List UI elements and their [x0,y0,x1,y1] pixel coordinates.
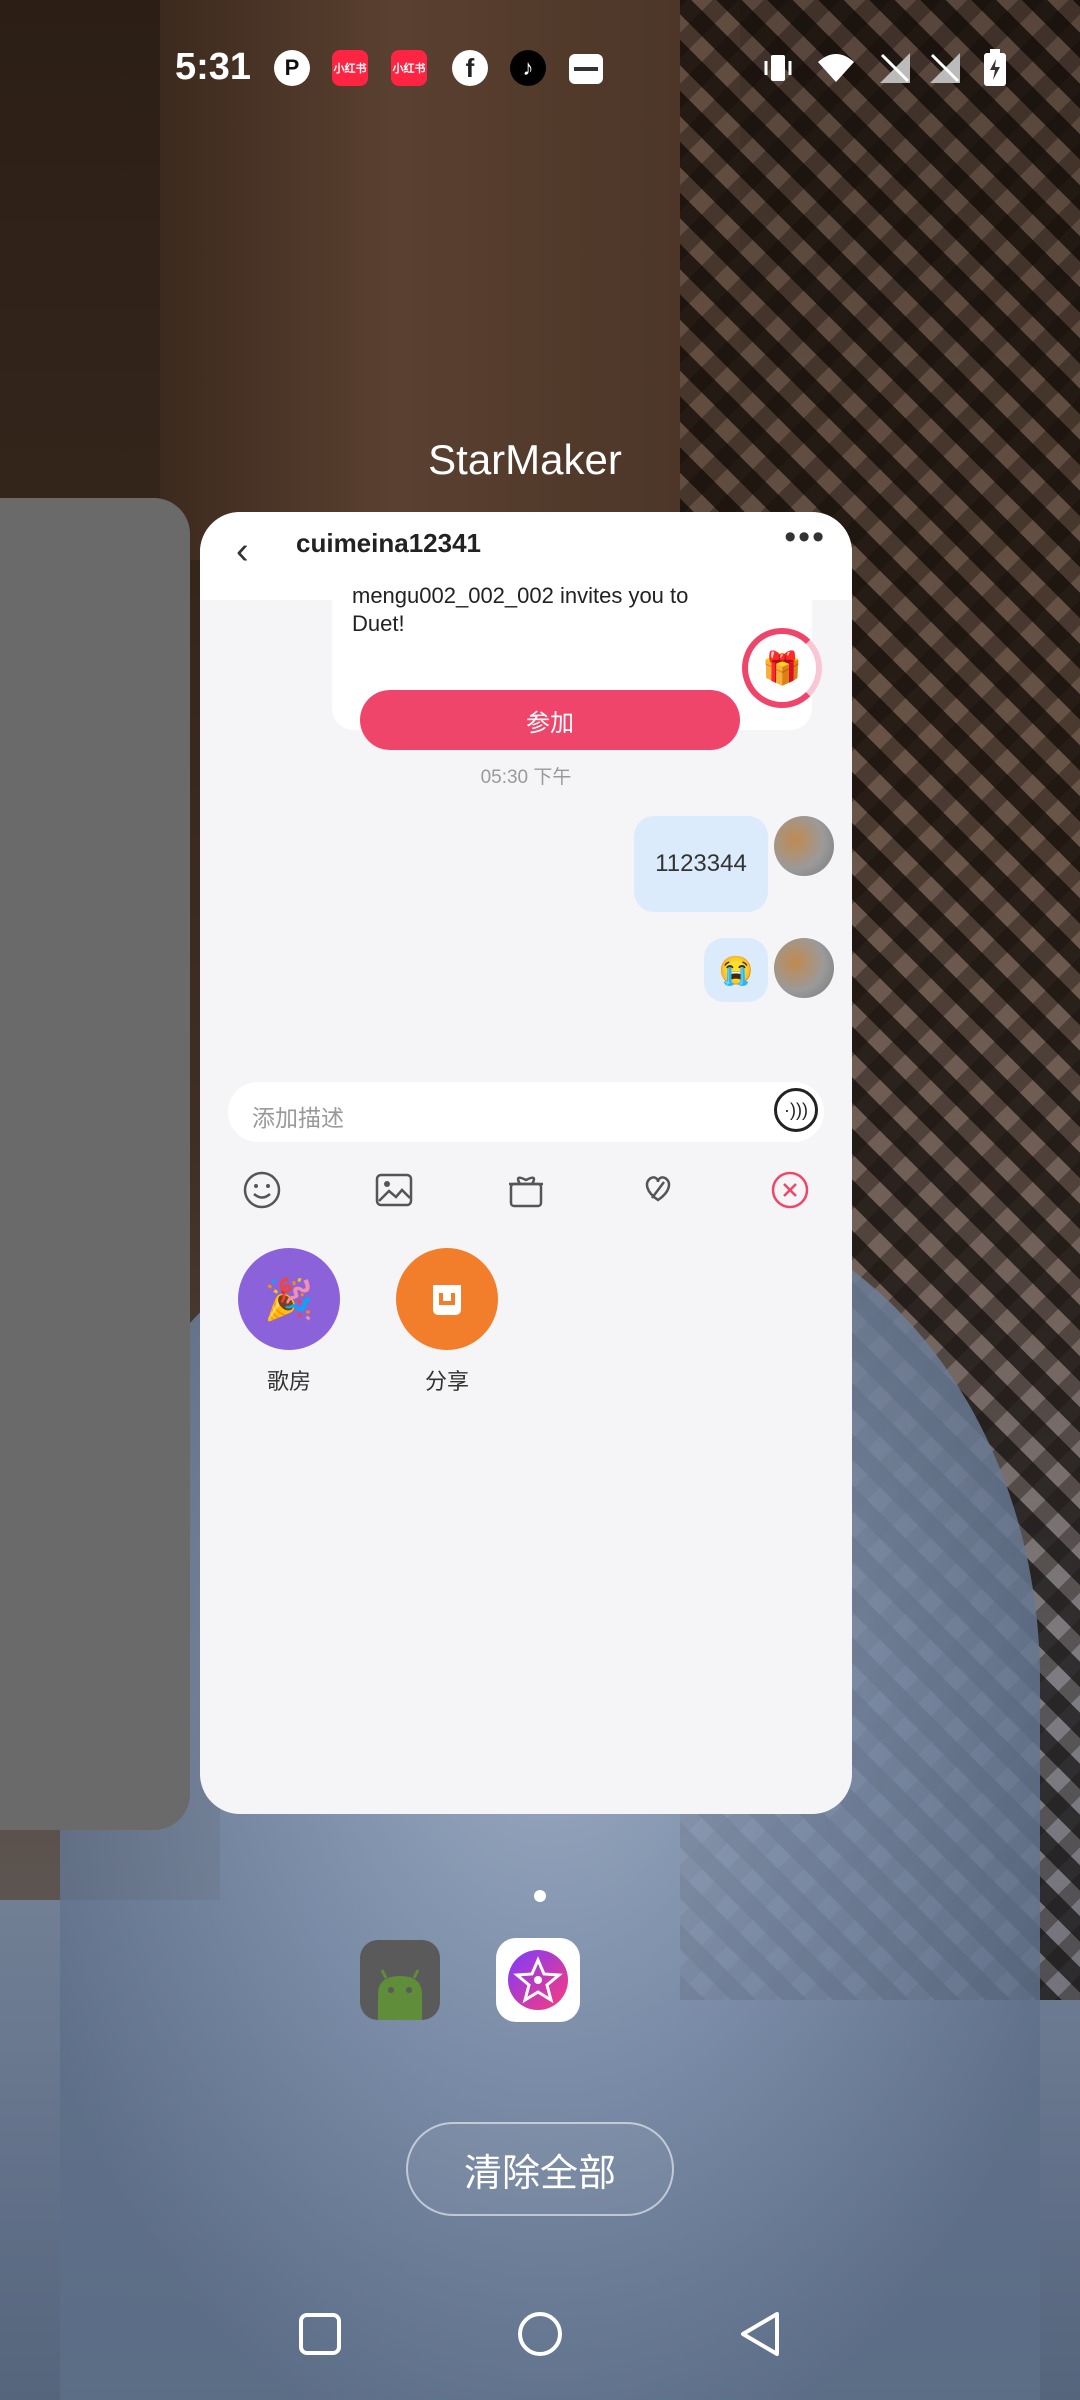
gift-icon[interactable]: 🎁 [742,628,822,708]
emoji-icon[interactable] [240,1168,284,1212]
invite-text: mengu002_002_002 invites you to Duet! [352,583,688,638]
chat-peer-name: cuimeina12341 [296,528,482,558]
status-bar: 5:31 P 小红书 小红书 f ♪ [0,0,1080,140]
join-button[interactable]: 参加 [360,690,740,750]
quick-action-share[interactable]: 分享 [382,1248,512,1396]
wallet-icon [569,54,603,84]
back-triangle-icon[interactable] [730,2304,790,2364]
more-options-icon[interactable]: ••• [784,518,826,557]
back-arrow-icon[interactable]: ‹ [236,530,249,573]
vibrate-icon [758,50,798,86]
home-circle-icon[interactable] [510,2304,570,2364]
status-time: 5:31 [175,46,252,88]
avatar[interactable] [774,938,834,998]
tiktok-icon: ♪ [510,50,546,86]
message-input[interactable]: 添加描述 ·))) [228,1082,824,1142]
voice-icon[interactable]: ·))) [774,1088,818,1132]
clear-all-button[interactable]: 清除全部 [406,2122,674,2216]
page-indicator [534,1890,546,1902]
starmaker-app-card[interactable]: ‹ cuimeina12341 ••• mengu002_002_002 inv… [200,512,852,1814]
invite-text-line1: mengu002_002_002 invites you to [352,583,689,608]
close-icon[interactable] [768,1168,812,1212]
app-card-title: StarMaker [428,436,622,483]
starmaker-app-icon[interactable] [496,1938,580,2022]
party-icon: 🎉 [238,1248,340,1350]
signal-icon-1 [876,50,914,86]
message-bubble: 😭 [704,938,768,1002]
gift-box-icon[interactable] [504,1168,548,1212]
signal-icon-2 [926,50,964,86]
duet-invite-card: mengu002_002_002 invites you to Duet! 参加 [332,562,812,750]
p-app-icon: P [274,50,310,86]
xiaohongshu-icon: 小红书 [332,50,368,86]
quick-action-label: 分享 [424,1369,469,1394]
battery-icon [980,49,1010,86]
quick-action-label: 歌房 [266,1369,311,1394]
android-app-icon[interactable] [360,1940,440,2020]
image-icon[interactable] [372,1168,416,1212]
message-timestamp: 05:30 下午 [480,767,572,788]
previous-app-card[interactable] [0,498,190,1830]
navigation-bar [0,2270,1080,2400]
share-icon [396,1248,498,1350]
avatar[interactable] [774,816,834,876]
wifi-icon [814,50,858,86]
message-bubble: 1123344 [634,816,768,912]
duet-icon[interactable] [636,1168,680,1212]
input-placeholder: 添加描述 [252,1105,344,1131]
xiaohongshu-icon: 小红书 [391,50,427,86]
facebook-icon: f [452,50,488,86]
invite-text-line2: Duet! [352,611,405,636]
recents-square-icon[interactable] [290,2304,350,2364]
quick-action-karaoke-room[interactable]: 🎉 歌房 [224,1248,354,1396]
